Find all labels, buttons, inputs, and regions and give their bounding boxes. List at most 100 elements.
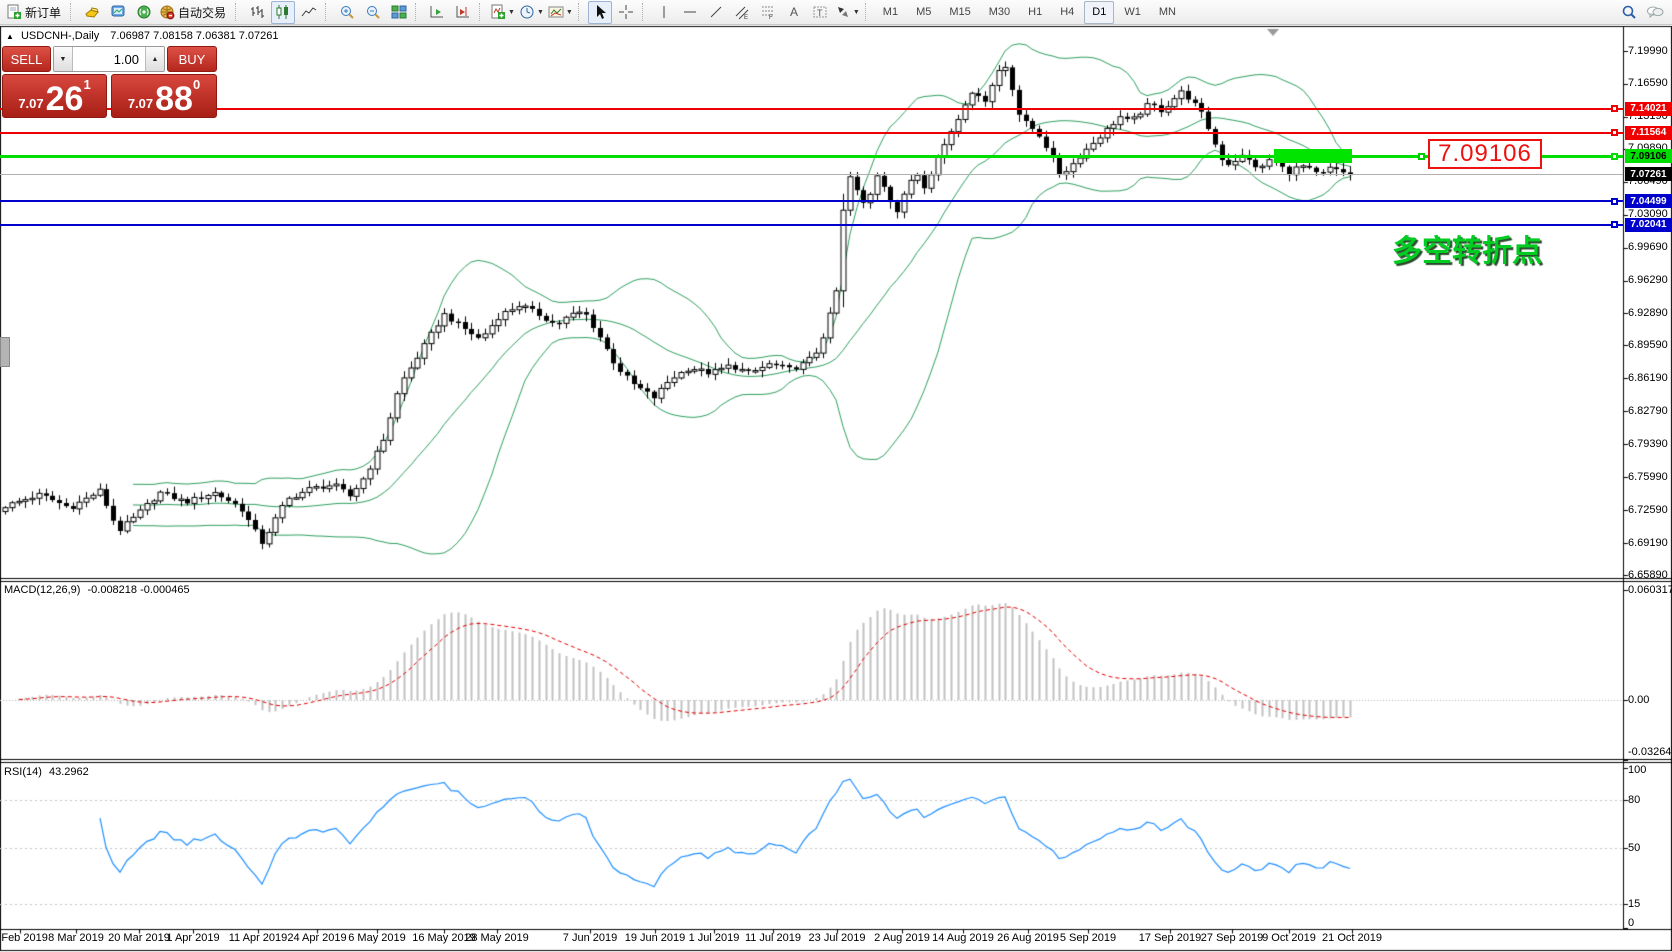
date-axis-tick: 2 Aug 2019	[874, 932, 930, 944]
dropdown-caret-icon: ▼	[853, 9, 860, 16]
mt4-window: 新订单 自动交易 ▼ ▼ ▼ E F A T ▼	[0, 0, 1672, 952]
line-handle[interactable]	[1611, 221, 1618, 228]
zoom-in-button[interactable]	[335, 1, 359, 24]
line-handle[interactable]	[1418, 153, 1425, 160]
timeframe-M1[interactable]: M1	[875, 1, 906, 24]
sell-button[interactable]: SELL	[2, 46, 51, 72]
price-axis-tick: 6.79390	[1628, 438, 1668, 450]
current-price-line[interactable]	[0, 174, 1623, 175]
price-axis-tick: 7.16590	[1628, 77, 1668, 89]
text-label-button[interactable]: T	[808, 1, 832, 24]
volume-increase-button[interactable]: ▲	[145, 47, 164, 71]
zoom-out-button[interactable]	[361, 1, 385, 24]
search-button[interactable]	[1617, 1, 1641, 24]
line-handle[interactable]	[1611, 129, 1618, 136]
toolbar-separator	[479, 3, 484, 21]
price-level-callout[interactable]: 7.09106	[1428, 139, 1542, 169]
volume-decrease-button[interactable]: ▼	[54, 47, 73, 71]
chart-symbol-period: USDCNH-,Daily	[21, 30, 99, 42]
one-click-trading-panel: SELL ▼ 1.00 ▲ BUY 7.07 26 1 7.07 88 0	[2, 46, 217, 118]
text-icon: A	[786, 4, 802, 20]
zoom-out-icon	[365, 4, 381, 20]
timeframe-H1[interactable]: H1	[1020, 1, 1050, 24]
channel-button[interactable]: E	[730, 1, 754, 24]
green-highlight-rectangle[interactable]	[1274, 149, 1352, 163]
data-window-button[interactable]	[106, 1, 130, 24]
svg-text:F: F	[769, 15, 773, 20]
vertical-line-button[interactable]	[652, 1, 676, 24]
sell-price-box[interactable]: 7.07 26 1	[2, 74, 107, 118]
text-button[interactable]: A	[782, 1, 806, 24]
horizontal-line-icon	[682, 4, 698, 20]
line-handle[interactable]	[1611, 198, 1618, 205]
crosshair-button[interactable]	[614, 1, 638, 24]
autotrading-button[interactable]: 自动交易	[158, 1, 231, 24]
timeframe-M30[interactable]: M30	[981, 1, 1018, 24]
line-chart-button[interactable]	[297, 1, 321, 24]
timeframe-H4[interactable]: H4	[1052, 1, 1082, 24]
chart-title: ▲ USDCNH-,Daily 7.06987 7.08158 7.06381 …	[6, 30, 279, 42]
chat-button[interactable]	[1643, 1, 1667, 24]
date-axis-tick: 6 Feb 2019	[0, 932, 48, 944]
price-level-badge: 7.11564	[1625, 126, 1672, 140]
timeframe-MN[interactable]: MN	[1151, 1, 1184, 24]
dropdown-caret-icon: ▼	[537, 9, 544, 16]
zoom-in-icon	[339, 4, 355, 20]
periods-button[interactable]: ▼	[518, 1, 545, 24]
chart-shift-button[interactable]	[451, 1, 475, 24]
fibonacci-button[interactable]: F	[756, 1, 780, 24]
toolbar-separator	[865, 3, 870, 21]
horizontal-level-line[interactable]	[0, 132, 1623, 134]
vertical-line-icon	[656, 4, 672, 20]
new-order-button[interactable]: 新订单	[5, 1, 66, 24]
trendline-button[interactable]	[704, 1, 728, 24]
turning-point-annotation[interactable]: 多空转折点	[1392, 226, 1542, 270]
new-order-label: 新订单	[25, 4, 61, 21]
date-axis-tick: 24 Apr 2019	[287, 932, 346, 944]
timeframe-M5[interactable]: M5	[908, 1, 939, 24]
horizontal-level-line[interactable]	[0, 200, 1623, 202]
cursor-button[interactable]	[588, 1, 612, 24]
rsi-axis-tick: 0	[1628, 917, 1634, 929]
price-axis-tick: 6.86190	[1628, 372, 1668, 384]
horizontal-level-line[interactable]	[0, 155, 1623, 158]
horizontal-level-line[interactable]	[0, 108, 1623, 110]
volume-value[interactable]: 1.00	[73, 47, 145, 71]
timeframe-D1[interactable]: D1	[1084, 1, 1114, 24]
date-axis-tick: 27 Sep 2019	[1201, 932, 1263, 944]
line-handle[interactable]	[1611, 105, 1618, 112]
buy-button[interactable]: BUY	[167, 46, 217, 72]
templates-button[interactable]: ▼	[547, 1, 574, 24]
timeframe-W1[interactable]: W1	[1116, 1, 1149, 24]
macd-axis-tick: 0.00	[1628, 694, 1649, 706]
chart-ohlc-values: 7.06987 7.08158 7.06381 7.07261	[110, 30, 278, 42]
tile-windows-icon	[391, 4, 407, 20]
buy-price-box[interactable]: 7.07 88 0	[111, 74, 217, 118]
market-watch-button[interactable]	[80, 1, 104, 24]
crosshair-icon	[618, 4, 634, 20]
horizontal-level-line[interactable]	[0, 224, 1623, 226]
indicators-button[interactable]: ▼	[489, 1, 516, 24]
horizontal-line-button[interactable]	[678, 1, 702, 24]
dropdown-caret-icon: ▼	[566, 9, 573, 16]
rsi-pane-label: RSI(14) 43.2962	[4, 766, 89, 778]
auto-scroll-button[interactable]	[425, 1, 449, 24]
candlestick-chart-button[interactable]	[271, 1, 295, 24]
date-axis-tick: 6 May 2019	[348, 932, 405, 944]
date-axis-tick: 1 Apr 2019	[166, 932, 219, 944]
tile-windows-button[interactable]	[387, 1, 411, 24]
bar-chart-button[interactable]	[245, 1, 269, 24]
arrows-button[interactable]: ▼	[834, 1, 861, 24]
equidistant-channel-icon: E	[734, 4, 750, 20]
rsi-label: RSI(14)	[4, 766, 42, 778]
timeframe-M15[interactable]: M15	[941, 1, 978, 24]
chart-surface[interactable]	[0, 0, 1672, 952]
svg-text:T: T	[817, 8, 823, 18]
date-axis-tick: 11 Jul 2019	[745, 932, 801, 944]
signals-button[interactable]	[132, 1, 156, 24]
market-watch-icon	[84, 4, 100, 20]
sell-price-big: 26	[46, 84, 84, 114]
date-axis-tick: 28 May 2019	[465, 932, 529, 944]
line-handle[interactable]	[1611, 153, 1618, 160]
price-axis-tick: 6.96290	[1628, 274, 1668, 286]
